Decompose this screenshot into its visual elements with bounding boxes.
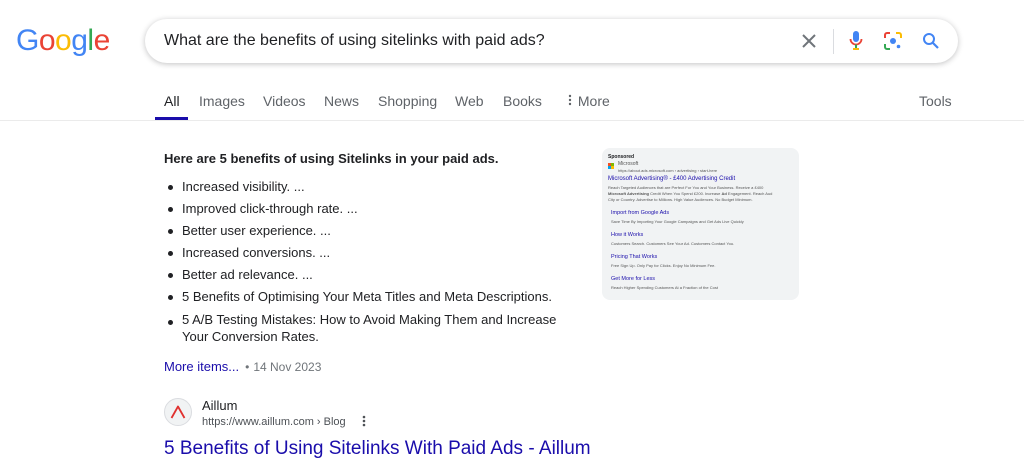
snippet-footer: More items... • 14 Nov 2023 — [164, 359, 321, 374]
ad-sitelink-desc: Customers Search. Customers See Your Ad.… — [611, 241, 735, 246]
result-site-name[interactable]: Aillum — [202, 398, 237, 413]
logo-letter-o2: o — [55, 24, 72, 57]
tab-books[interactable]: Books — [503, 93, 542, 109]
ad-sitelink-title[interactable]: How it Works — [611, 232, 643, 238]
ad-sitelink-desc: Reach Higher Spending Customers At a Fra… — [611, 285, 718, 290]
snippet-date: 14 Nov 2023 — [253, 360, 322, 374]
search-box[interactable]: What are the benefits of using sitelinks… — [145, 19, 958, 63]
tab-news[interactable]: News — [324, 93, 359, 109]
search-tabs: All Images Videos News Shopping Web Book… — [0, 88, 1024, 120]
result-title-link[interactable]: 5 Benefits of Using Sitelinks With Paid … — [164, 438, 591, 460]
ad-title[interactable]: Microsoft Advertising® - £400 Advertisin… — [608, 176, 735, 182]
ad-sitelink-title[interactable]: Import from Google Ads — [611, 210, 669, 216]
tab-videos[interactable]: Videos — [263, 93, 306, 109]
close-icon[interactable] — [797, 29, 821, 53]
ad-sitelink-title[interactable]: Get More for Less — [611, 276, 655, 282]
logo-letter-g: G — [16, 24, 39, 57]
tools-button[interactable]: Tools — [919, 93, 952, 109]
snippet-heading: Here are 5 benefits of using Sitelinks i… — [164, 151, 499, 166]
aillum-favicon-icon[interactable] — [164, 398, 192, 426]
mic-icon[interactable] — [844, 29, 868, 53]
tab-all[interactable]: All — [164, 93, 180, 109]
list-item: 5 A/B Testing Mistakes: How to Avoid Mak… — [164, 311, 584, 345]
result-url[interactable]: https://www.aillum.com › Blog — [202, 416, 346, 428]
list-item: Better user experience. ... — [164, 220, 584, 242]
more-items-link[interactable]: More items... — [164, 359, 239, 374]
sponsored-label: Sponsored — [608, 154, 635, 160]
tab-shopping[interactable]: Shopping — [378, 93, 437, 109]
ad-sitelink-desc: Save Time By Importing Your Google Campa… — [611, 219, 744, 224]
list-item: Better ad relevance. ... — [164, 264, 584, 286]
ad-desc-3: City or Country. Advertise to Millions. … — [608, 197, 753, 202]
ad-desc-1: Reach Targeted Audiences that are Perfec… — [608, 185, 764, 190]
microsoft-logo-icon — [608, 163, 614, 169]
ad-sitelink-title[interactable]: Pricing That Works — [611, 254, 657, 260]
more-vert-icon — [566, 93, 574, 109]
list-item: Improved click-through rate. ... — [164, 198, 584, 220]
search-divider — [833, 29, 834, 54]
logo-letter-g2: g — [71, 24, 88, 57]
tab-more-label: More — [577, 93, 610, 109]
tab-more[interactable]: More — [566, 93, 610, 109]
logo-letter-o1: o — [38, 24, 56, 57]
separator: • — [245, 360, 250, 374]
list-item: Increased conversions. ... — [164, 242, 584, 264]
ad-sitelink-desc: Free Sign Up. Only Pay for Clicks. Enjoy… — [611, 263, 716, 268]
ad-desc-2-end: Engagement. Reach Aud — [726, 191, 773, 196]
sponsored-ad-image[interactable]: Sponsored Microsoft https://about.ads.mi… — [602, 148, 799, 300]
tab-images[interactable]: Images — [199, 93, 245, 109]
logo-letter-e: e — [93, 24, 111, 57]
ad-url: https://about.ads.microsoft.com › advert… — [618, 168, 718, 173]
ad-desc-2-mid: Credit When You Spend £200. Increase — [648, 191, 722, 196]
result-menu-icon[interactable] — [362, 414, 366, 430]
tab-web[interactable]: Web — [455, 93, 484, 109]
search-input[interactable]: What are the benefits of using sitelinks… — [164, 32, 545, 50]
list-item: Increased visibility. ... — [164, 176, 584, 198]
lens-icon[interactable] — [881, 29, 905, 53]
search-icon[interactable] — [919, 29, 943, 53]
ad-desc-2-bold-1: Microsoft Advertising — [608, 191, 649, 196]
header-divider — [0, 120, 1024, 121]
google-logo[interactable]: Google — [16, 26, 110, 56]
list-item: 5 Benefits of Optimising Your Meta Title… — [164, 286, 584, 308]
snippet-list: Increased visibility. ... Improved click… — [164, 176, 584, 345]
ad-advertiser: Microsoft — [618, 161, 639, 167]
ad-desc-2: Microsoft Advertising Credit When You Sp… — [608, 191, 772, 196]
